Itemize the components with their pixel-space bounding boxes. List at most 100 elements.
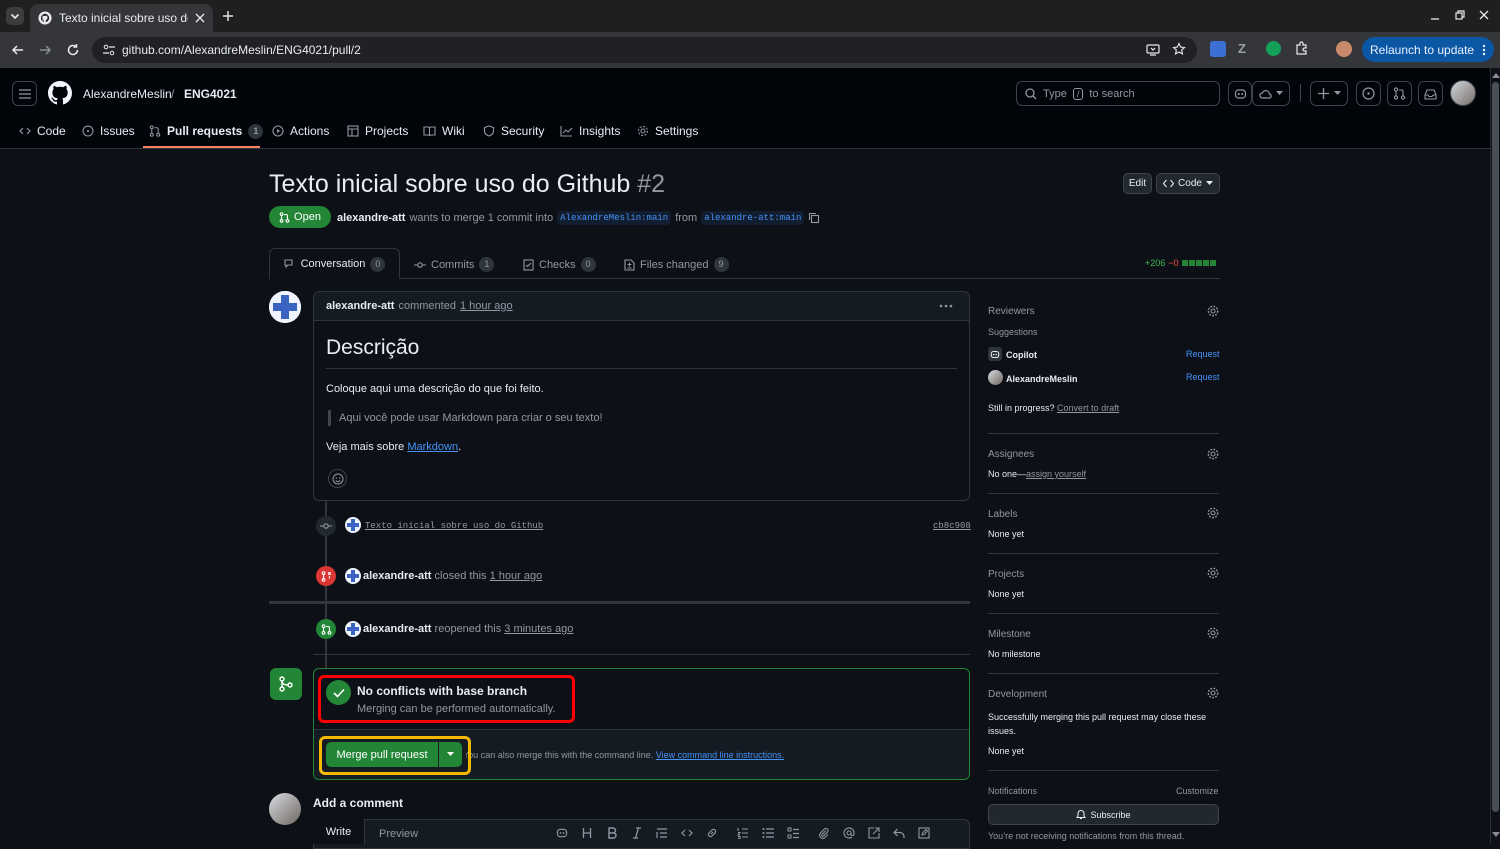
cross-reference-icon[interactable] xyxy=(868,827,880,839)
tab-conversation[interactable]: Conversation 0 xyxy=(269,248,400,279)
preview-tab[interactable]: Preview xyxy=(379,828,418,840)
nav-pull-requests[interactable]: Pull requests 1 xyxy=(149,123,264,139)
copilot-button[interactable] xyxy=(1228,81,1252,106)
grammarly-extension-icon[interactable] xyxy=(1266,41,1281,56)
projects-gear-icon[interactable] xyxy=(1207,567,1219,579)
forward-arrow-icon[interactable] xyxy=(37,42,53,58)
nav-projects[interactable]: Projects xyxy=(347,124,408,138)
pull-requests-button[interactable] xyxy=(1387,81,1412,106)
reopened-time[interactable]: 3 minutes ago xyxy=(504,623,573,635)
relaunch-button[interactable]: Relaunch to update xyxy=(1362,37,1494,62)
commit-sha-link[interactable]: cb8c908 xyxy=(933,521,971,531)
reply-icon[interactable] xyxy=(893,827,905,839)
owner-link[interactable]: AlexandreMeslin xyxy=(83,87,172,101)
github-logo-icon[interactable] xyxy=(48,81,72,105)
edit-title-button[interactable]: Edit xyxy=(1123,173,1152,194)
user-avatar[interactable] xyxy=(1450,80,1476,106)
code-icon[interactable] xyxy=(681,827,693,839)
nav-settings[interactable]: Settings xyxy=(637,124,698,138)
scroll-up-icon[interactable] xyxy=(1492,72,1500,78)
scroll-down-icon[interactable] xyxy=(1492,832,1500,838)
nav-wiki[interactable]: Wiki xyxy=(423,124,465,138)
milestone-gear-icon[interactable] xyxy=(1207,627,1219,639)
unordered-list-icon[interactable] xyxy=(762,827,774,839)
nav-insights[interactable]: Insights xyxy=(560,124,620,138)
pr-author-link[interactable]: alexandre-att xyxy=(337,212,405,224)
copilot-icon[interactable] xyxy=(556,827,568,839)
back-arrow-icon[interactable] xyxy=(10,42,26,58)
tab-search-button[interactable] xyxy=(6,7,24,25)
nav-code[interactable]: Code xyxy=(19,124,66,138)
closed-time[interactable]: 1 hour ago xyxy=(490,570,543,582)
request-copilot-link[interactable]: Request xyxy=(1186,349,1220,359)
suggested-reviewer-meslin[interactable]: AlexandreMeslin xyxy=(1006,374,1078,384)
search-input[interactable]: Type / to search xyxy=(1016,81,1220,106)
minimize-icon[interactable] xyxy=(1430,11,1440,21)
commit-message-link[interactable]: Texto inicial sobre uso do Github xyxy=(365,521,543,531)
page-scrollbar[interactable] xyxy=(1490,68,1500,844)
tasklist-icon[interactable] xyxy=(787,827,799,839)
close-window-icon[interactable] xyxy=(1479,10,1489,20)
site-info-icon[interactable] xyxy=(102,43,116,57)
issues-button[interactable] xyxy=(1356,81,1381,106)
development-gear-icon[interactable] xyxy=(1207,687,1219,699)
request-meslin-link[interactable]: Request xyxy=(1186,372,1220,382)
close-icon[interactable] xyxy=(195,13,205,23)
convert-to-draft-link[interactable]: Convert to draft xyxy=(1057,403,1119,413)
install-app-icon[interactable] xyxy=(1146,43,1160,57)
ordered-list-icon[interactable] xyxy=(737,827,749,839)
translate-extension-icon[interactable] xyxy=(1210,41,1226,57)
reopened-user-link[interactable]: alexandre-att xyxy=(363,623,431,635)
nav-security[interactable]: Security xyxy=(483,124,544,138)
profile-avatar[interactable] xyxy=(1336,41,1352,57)
bookmark-star-icon[interactable] xyxy=(1172,42,1186,56)
browser-tab[interactable]: Texto inicial sobre uso do Github xyxy=(30,4,213,32)
copilot-menu-button[interactable] xyxy=(1252,81,1290,106)
closed-user-avatar[interactable] xyxy=(345,568,361,584)
menu-button[interactable] xyxy=(12,81,37,106)
new-tab-icon[interactable] xyxy=(222,10,234,22)
closed-user-link[interactable]: alexandre-att xyxy=(363,570,431,582)
reload-icon[interactable] xyxy=(65,42,81,58)
assign-yourself-link[interactable]: assign yourself xyxy=(1026,469,1086,479)
write-tab[interactable]: Write xyxy=(313,819,365,844)
labels-gear-icon[interactable] xyxy=(1207,507,1219,519)
head-branch-label[interactable]: alexandre-att:main xyxy=(701,211,805,225)
nav-actions[interactable]: Actions xyxy=(272,124,329,138)
base-branch-label[interactable]: AlexandreMeslin:main xyxy=(557,211,672,225)
mention-icon[interactable] xyxy=(843,827,855,839)
command-line-instructions-link[interactable]: View command line instructions. xyxy=(656,750,784,760)
restore-icon[interactable] xyxy=(1455,10,1465,20)
tab-files-changed[interactable]: Files changed 9 xyxy=(624,257,729,272)
heading-icon[interactable] xyxy=(581,827,593,839)
tab-commits[interactable]: Commits 1 xyxy=(414,257,495,272)
zotero-extension-icon[interactable]: Z xyxy=(1238,41,1246,56)
markdown-link[interactable]: Markdown xyxy=(407,441,458,453)
extensions-puzzle-icon[interactable] xyxy=(1294,41,1309,56)
nav-issues[interactable]: Issues xyxy=(82,124,135,138)
code-dropdown-button[interactable]: Code xyxy=(1156,173,1220,194)
assignees-gear-icon[interactable] xyxy=(1207,448,1219,460)
comment-author-link[interactable]: alexandre-att xyxy=(326,300,394,312)
kebab-horizontal-icon[interactable] xyxy=(939,304,953,308)
repo-link[interactable]: ENG4021 xyxy=(184,87,237,101)
reopened-user-avatar[interactable] xyxy=(345,621,361,637)
customize-link[interactable]: Customize xyxy=(1176,786,1219,796)
commit-author-avatar[interactable] xyxy=(345,517,361,533)
scrollbar-thumb[interactable] xyxy=(1492,82,1499,812)
italic-icon[interactable] xyxy=(631,827,643,839)
inbox-button[interactable] xyxy=(1418,81,1443,106)
address-bar[interactable]: github.com/AlexandreMeslin/ENG4021/pull/… xyxy=(92,37,1197,63)
comment-timestamp[interactable]: 1 hour ago xyxy=(460,300,513,312)
quote-icon[interactable] xyxy=(656,827,668,839)
suggested-reviewer-copilot[interactable]: Copilot xyxy=(1006,350,1037,360)
create-new-button[interactable] xyxy=(1310,81,1348,106)
reviewers-gear-icon[interactable] xyxy=(1207,305,1219,317)
tab-checks[interactable]: Checks 0 xyxy=(523,257,596,272)
copy-icon[interactable] xyxy=(808,212,820,224)
paperclip-icon[interactable] xyxy=(818,827,830,839)
bold-icon[interactable] xyxy=(606,827,618,839)
link-icon[interactable] xyxy=(706,827,718,839)
subscribe-button[interactable]: Subscribe xyxy=(988,804,1219,825)
comment-author-avatar[interactable] xyxy=(269,291,301,323)
